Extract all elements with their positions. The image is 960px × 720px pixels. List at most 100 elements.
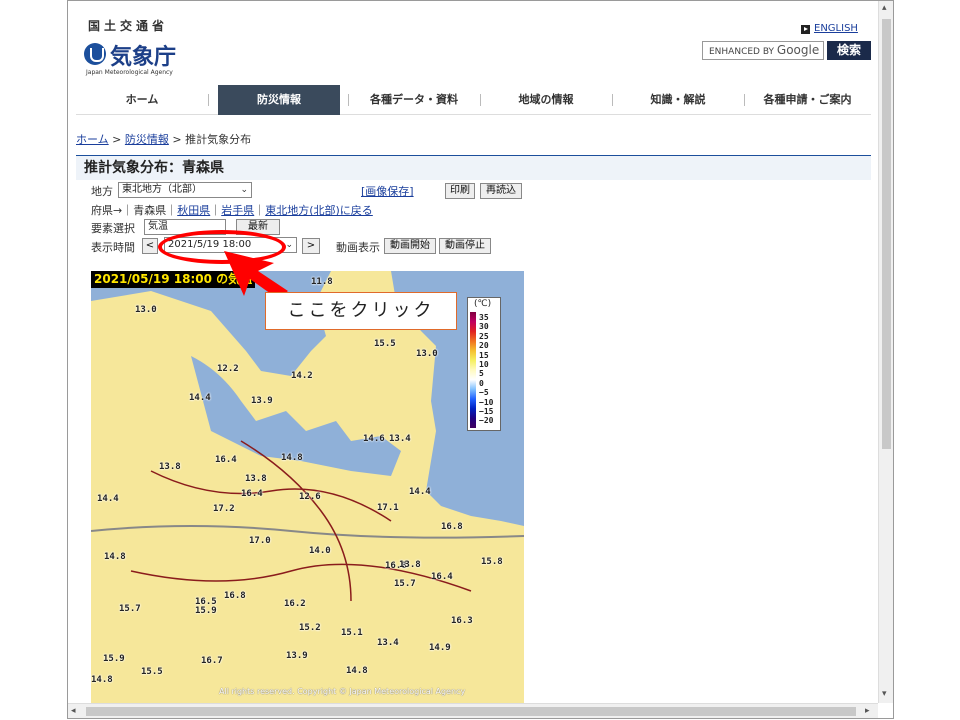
agency-name: 気象庁 [110,45,177,70]
map-copyright: All rights reserved. Copyright © Japan M… [219,687,466,696]
legend-tick: 20 [479,341,489,351]
scroll-down-icon[interactable]: ▾ [882,690,887,699]
page-content: 国土交通省 気象庁 Japan Meteorological Agency EN… [68,1,878,703]
legend-tick: −15 [479,407,494,416]
temperature-label: 16.4 [241,489,263,499]
temperature-label: 13.4 [389,434,411,444]
pref-akita-link[interactable]: 秋田県 [177,204,210,217]
temperature-label: 16.3 [451,616,473,626]
temperature-label: 13.4 [377,638,399,648]
prev-time-button[interactable]: < [142,238,158,254]
horizontal-scroll-thumb[interactable] [86,707,856,716]
back-to-region-link[interactable]: 東北地方(北部)に戻る [265,204,373,217]
google-logo: Google [776,43,820,57]
temperature-legend: (℃) 35 30 25 20 15 10 5 0 −5 −10 −15 −20 [467,297,501,431]
prefecture-row: 府県→｜青森県｜秋田県｜岩手県｜東北地方(北部)に戻る [91,202,373,218]
breadcrumb-sep: > [172,133,182,146]
temperature-label: 16.4 [431,572,453,582]
scroll-up-icon[interactable]: ▴ [882,4,887,13]
temperature-label: 15.9 [103,654,125,664]
save-image-link[interactable]: [画像保存] [361,183,414,199]
temperature-label: 12.2 [217,364,239,374]
temperature-label: 13.8 [245,474,267,484]
legend-tick: 10 [479,360,489,369]
element-label: 要素選択 [91,222,135,235]
nav-disaster-info[interactable]: 防災情報 [218,85,340,115]
search-input[interactable]: ENHANCED BY Google [702,41,824,60]
region-select[interactable]: 東北地方（北部） ⌄ [118,182,252,198]
breadcrumb-current: 推計気象分布 [185,133,252,146]
pref-sep: ｜ [210,204,222,217]
temperature-label: 16.2 [284,599,306,609]
nav-regional[interactable]: 地域の情報 [480,85,612,115]
temperature-label: 17.1 [377,503,399,513]
temperature-label: 13.8 [159,462,181,472]
pref-aomori: 青森県 [133,204,167,217]
temperature-label: 13.0 [135,305,157,315]
region-label: 地方 [91,185,113,198]
temperature-label: 14.8 [346,666,368,676]
temperature-label: 15.1 [341,628,363,638]
browser-frame: 国土交通省 気象庁 Japan Meteorological Agency EN… [67,0,894,719]
temperature-label: 15.7 [119,604,141,614]
jma-logo-icon [84,43,106,65]
pref-sep: ｜ [166,204,178,217]
breadcrumb-disaster[interactable]: 防災情報 [125,133,169,146]
legend-tick: −20 [479,416,494,426]
temperature-label: 14.9 [429,643,451,653]
callout-box: ここをクリック [265,292,457,330]
legend-tick: 5 [479,369,484,379]
english-link[interactable]: ENGLISH [814,23,858,34]
legend-unit: (℃) [474,299,492,309]
legend-tick: −5 [479,388,489,398]
temperature-label: 14.4 [409,487,431,497]
nav-applications[interactable]: 各種申請・ご案内 [744,85,871,115]
temperature-label: 15.2 [299,623,321,633]
legend-tick: 0 [479,378,484,388]
search-button[interactable]: 検索 [827,41,871,60]
temperature-label: 13.9 [251,396,273,406]
temperature-label: 14.8 [281,453,303,463]
time-label: 表示時間 [91,241,135,254]
scroll-right-icon[interactable]: ▸ [865,707,870,716]
breadcrumb-home[interactable]: ホーム [76,133,109,146]
animation-stop-button[interactable]: 動画停止 [439,238,491,254]
pref-iwate-link[interactable]: 岩手県 [221,204,254,217]
temperature-label: 15.8 [481,557,503,567]
chevron-down-icon: ⌄ [240,185,248,195]
region-select-value: 東北地方（北部） [122,184,202,195]
temperature-label: 14.2 [291,371,313,381]
temperature-label: 17.2 [213,504,235,514]
temperature-label: 15.9 [195,606,217,616]
scroll-left-icon[interactable]: ◂ [71,707,76,716]
nav-home[interactable]: ホーム [76,85,208,115]
temperature-label: 14.4 [189,393,211,403]
temperature-label: 14.8 [91,675,113,685]
legend-tick: 15 [479,350,489,360]
nav-knowledge[interactable]: 知識・解説 [612,85,744,115]
search-placeholder: ENHANCED BY [709,47,775,57]
agency-name-en: Japan Meteorological Agency [86,69,173,76]
page-title: 推計気象分布：青森県 [76,155,871,180]
temperature-label: 12.6 [299,492,321,502]
temperature-label: 16.8 [224,591,246,601]
breadcrumb: ホーム > 防災情報 > 推計気象分布 [76,131,251,147]
reload-button[interactable]: 再読込 [480,183,522,199]
horizontal-scrollbar[interactable]: ◂ ▸ [68,703,878,718]
legend-tick: −10 [479,397,494,407]
vertical-scrollbar[interactable]: ▴ ▾ [878,1,893,703]
temperature-label: 15.5 [141,667,163,677]
print-button[interactable]: 印刷 [445,183,475,199]
temperature-label: 17.0 [249,536,271,546]
legend-tick: 30 [479,322,489,332]
vertical-scroll-thumb[interactable] [882,19,891,449]
global-nav: ホーム 防災情報 各種データ・資料 地域の情報 知識・解説 各種申請・ご案内 [76,85,871,115]
legend-color-bar [470,312,476,428]
nav-data[interactable]: 各種データ・資料 [348,85,480,115]
temperature-label: 14.0 [309,546,331,556]
temperature-label: 16.7 [201,656,223,666]
temperature-label: 14.6 [363,434,385,444]
temperature-label: 13.9 [286,651,308,661]
pref-sep: ｜ [254,204,266,217]
temperature-label: 14.4 [97,494,119,504]
